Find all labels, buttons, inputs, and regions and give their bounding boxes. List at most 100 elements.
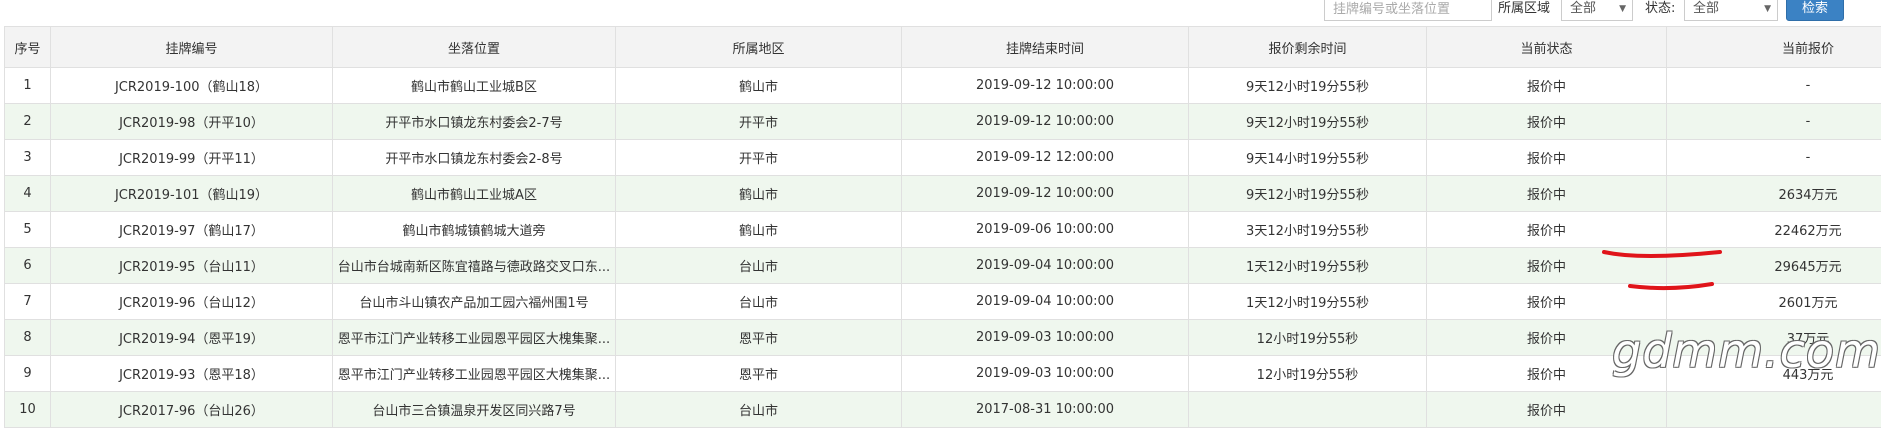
cell-remaining: 9天12小时19分55秒 (1189, 68, 1427, 104)
cell-location: 开平市水口镇龙东村委会2-8号 (333, 140, 616, 176)
cell-no: 10 (5, 392, 51, 428)
table-row[interactable]: 4JCR2019-101（鹤山19）鹤山市鹤山工业城A区鹤山市2019-09-1… (5, 176, 1881, 212)
table-row[interactable]: 8JCR2019-94（恩平19）恩平市江门产业转移工业园恩平园区大槐集聚...… (5, 320, 1881, 356)
cell-no: 2 (5, 104, 51, 140)
cell-remaining: 12小时19分55秒 (1189, 320, 1427, 356)
red-highlight-mark (1600, 244, 1730, 294)
cell-region: 鹤山市 (616, 176, 902, 212)
cell-no: 8 (5, 320, 51, 356)
cell-price: - (1667, 68, 1881, 104)
cell-price (1667, 392, 1881, 428)
chevron-down-icon: ▼ (1619, 0, 1626, 20)
cell-end-time: 2019-09-03 10:00:00 (902, 320, 1189, 356)
chevron-down-icon: ▼ (1764, 0, 1771, 20)
cell-location: 鹤山市鹤山工业城B区 (333, 68, 616, 104)
cell-remaining: 1天12小时19分55秒 (1189, 248, 1427, 284)
table-row[interactable]: 2JCR2019-98（开平10）开平市水口镇龙东村委会2-7号开平市2019-… (5, 104, 1881, 140)
column-header-region[interactable]: 所属地区 (616, 27, 902, 68)
cell-price: 22462万元 (1667, 212, 1881, 248)
cell-region: 鹤山市 (616, 68, 902, 104)
cell-status: 报价中 (1427, 176, 1667, 212)
cell-location: 台山市三合镇温泉开发区同兴路7号 (333, 392, 616, 428)
cell-no: 5 (5, 212, 51, 248)
cell-remaining: 12小时19分55秒 (1189, 356, 1427, 392)
cell-remaining: 9天12小时19分55秒 (1189, 176, 1427, 212)
cell-code: JCR2019-98（开平10） (51, 104, 333, 140)
cell-end-time: 2017-08-31 10:00:00 (902, 392, 1189, 428)
cell-region: 开平市 (616, 104, 902, 140)
region-label: 所属区域 (1498, 0, 1550, 18)
filter-toolbar: 所属区域 全部 ▼ 状态: 全部 ▼ 检索 (0, 0, 1881, 26)
cell-region: 恩平市 (616, 356, 902, 392)
status-label: 状态: (1645, 0, 1675, 18)
cell-location: 鹤山市鹤城镇鹤城大道旁 (333, 212, 616, 248)
cell-no: 3 (5, 140, 51, 176)
search-input[interactable] (1324, 0, 1492, 21)
column-header-price[interactable]: 当前报价 (1667, 27, 1881, 68)
cell-end-time: 2019-09-04 10:00:00 (902, 284, 1189, 320)
cell-region: 台山市 (616, 392, 902, 428)
table-row[interactable]: 5JCR2019-97（鹤山17）鹤山市鹤城镇鹤城大道旁鹤山市2019-09-0… (5, 212, 1881, 248)
cell-region: 鹤山市 (616, 212, 902, 248)
cell-code: JCR2019-93（恩平18） (51, 356, 333, 392)
cell-code: JCR2017-96（台山26） (51, 392, 333, 428)
cell-remaining (1189, 392, 1427, 428)
cell-location: 开平市水口镇龙东村委会2-7号 (333, 104, 616, 140)
cell-end-time: 2019-09-03 10:00:00 (902, 356, 1189, 392)
cell-no: 9 (5, 356, 51, 392)
column-header-status[interactable]: 当前状态 (1427, 27, 1667, 68)
column-header-code[interactable]: 挂牌编号 (51, 27, 333, 68)
cell-status: 报价中 (1427, 392, 1667, 428)
region-select[interactable]: 全部 ▼ (1561, 0, 1633, 21)
cell-price: - (1667, 104, 1881, 140)
region-select-value: 全部 (1570, 1, 1596, 16)
cell-code: JCR2019-99（开平11） (51, 140, 333, 176)
column-header-end-time[interactable]: 挂牌结束时间 (902, 27, 1189, 68)
cell-end-time: 2019-09-12 10:00:00 (902, 104, 1189, 140)
watermark: gdmm.com (1612, 324, 1881, 378)
cell-end-time: 2019-09-06 10:00:00 (902, 212, 1189, 248)
cell-code: JCR2019-96（台山12） (51, 284, 333, 320)
cell-code: JCR2019-97（鹤山17） (51, 212, 333, 248)
cell-remaining: 3天12小时19分55秒 (1189, 212, 1427, 248)
cell-location: 鹤山市鹤山工业城A区 (333, 176, 616, 212)
cell-location: 恩平市江门产业转移工业园恩平园区大槐集聚... (333, 320, 616, 356)
table-row[interactable]: 3JCR2019-99（开平11）开平市水口镇龙东村委会2-8号开平市2019-… (5, 140, 1881, 176)
cell-region: 开平市 (616, 140, 902, 176)
cell-location: 台山市台城南新区陈宜禧路与德政路交叉口东... (333, 248, 616, 284)
cell-code: JCR2019-101（鹤山19） (51, 176, 333, 212)
cell-remaining: 9天14小时19分55秒 (1189, 140, 1427, 176)
cell-no: 1 (5, 68, 51, 104)
cell-code: JCR2019-94（恩平19） (51, 320, 333, 356)
cell-region: 台山市 (616, 284, 902, 320)
search-button[interactable]: 检索 (1786, 0, 1844, 21)
cell-status: 报价中 (1427, 212, 1667, 248)
status-select[interactable]: 全部 ▼ (1684, 0, 1778, 21)
cell-status: 报价中 (1427, 104, 1667, 140)
cell-end-time: 2019-09-04 10:00:00 (902, 248, 1189, 284)
column-header-remaining[interactable]: 报价剩余时间 (1189, 27, 1427, 68)
table-header-row: 序号 挂牌编号 坐落位置 所属地区 挂牌结束时间 报价剩余时间 当前状态 当前报… (5, 27, 1881, 68)
cell-remaining: 9天12小时19分55秒 (1189, 104, 1427, 140)
cell-status: 报价中 (1427, 140, 1667, 176)
table-row[interactable]: 1JCR2019-100（鹤山18）鹤山市鹤山工业城B区鹤山市2019-09-1… (5, 68, 1881, 104)
cell-region: 台山市 (616, 248, 902, 284)
cell-status: 报价中 (1427, 68, 1667, 104)
cell-location: 恩平市江门产业转移工业园恩平园区大槐集聚... (333, 356, 616, 392)
cell-no: 6 (5, 248, 51, 284)
cell-code: JCR2019-100（鹤山18） (51, 68, 333, 104)
cell-price: - (1667, 140, 1881, 176)
table-row[interactable]: 10JCR2017-96（台山26）台山市三合镇温泉开发区同兴路7号台山市201… (5, 392, 1881, 428)
cell-remaining: 1天12小时19分55秒 (1189, 284, 1427, 320)
cell-end-time: 2019-09-12 10:00:00 (902, 68, 1189, 104)
cell-code: JCR2019-95（台山11） (51, 248, 333, 284)
table-row[interactable]: 9JCR2019-93（恩平18）恩平市江门产业转移工业园恩平园区大槐集聚...… (5, 356, 1881, 392)
cell-region: 恩平市 (616, 320, 902, 356)
cell-location: 台山市斗山镇农产品加工园六福州围1号 (333, 284, 616, 320)
cell-end-time: 2019-09-12 12:00:00 (902, 140, 1189, 176)
status-select-value: 全部 (1693, 1, 1719, 16)
cell-no: 7 (5, 284, 51, 320)
cell-price: 2634万元 (1667, 176, 1881, 212)
cell-end-time: 2019-09-12 10:00:00 (902, 176, 1189, 212)
column-header-location[interactable]: 坐落位置 (333, 27, 616, 68)
